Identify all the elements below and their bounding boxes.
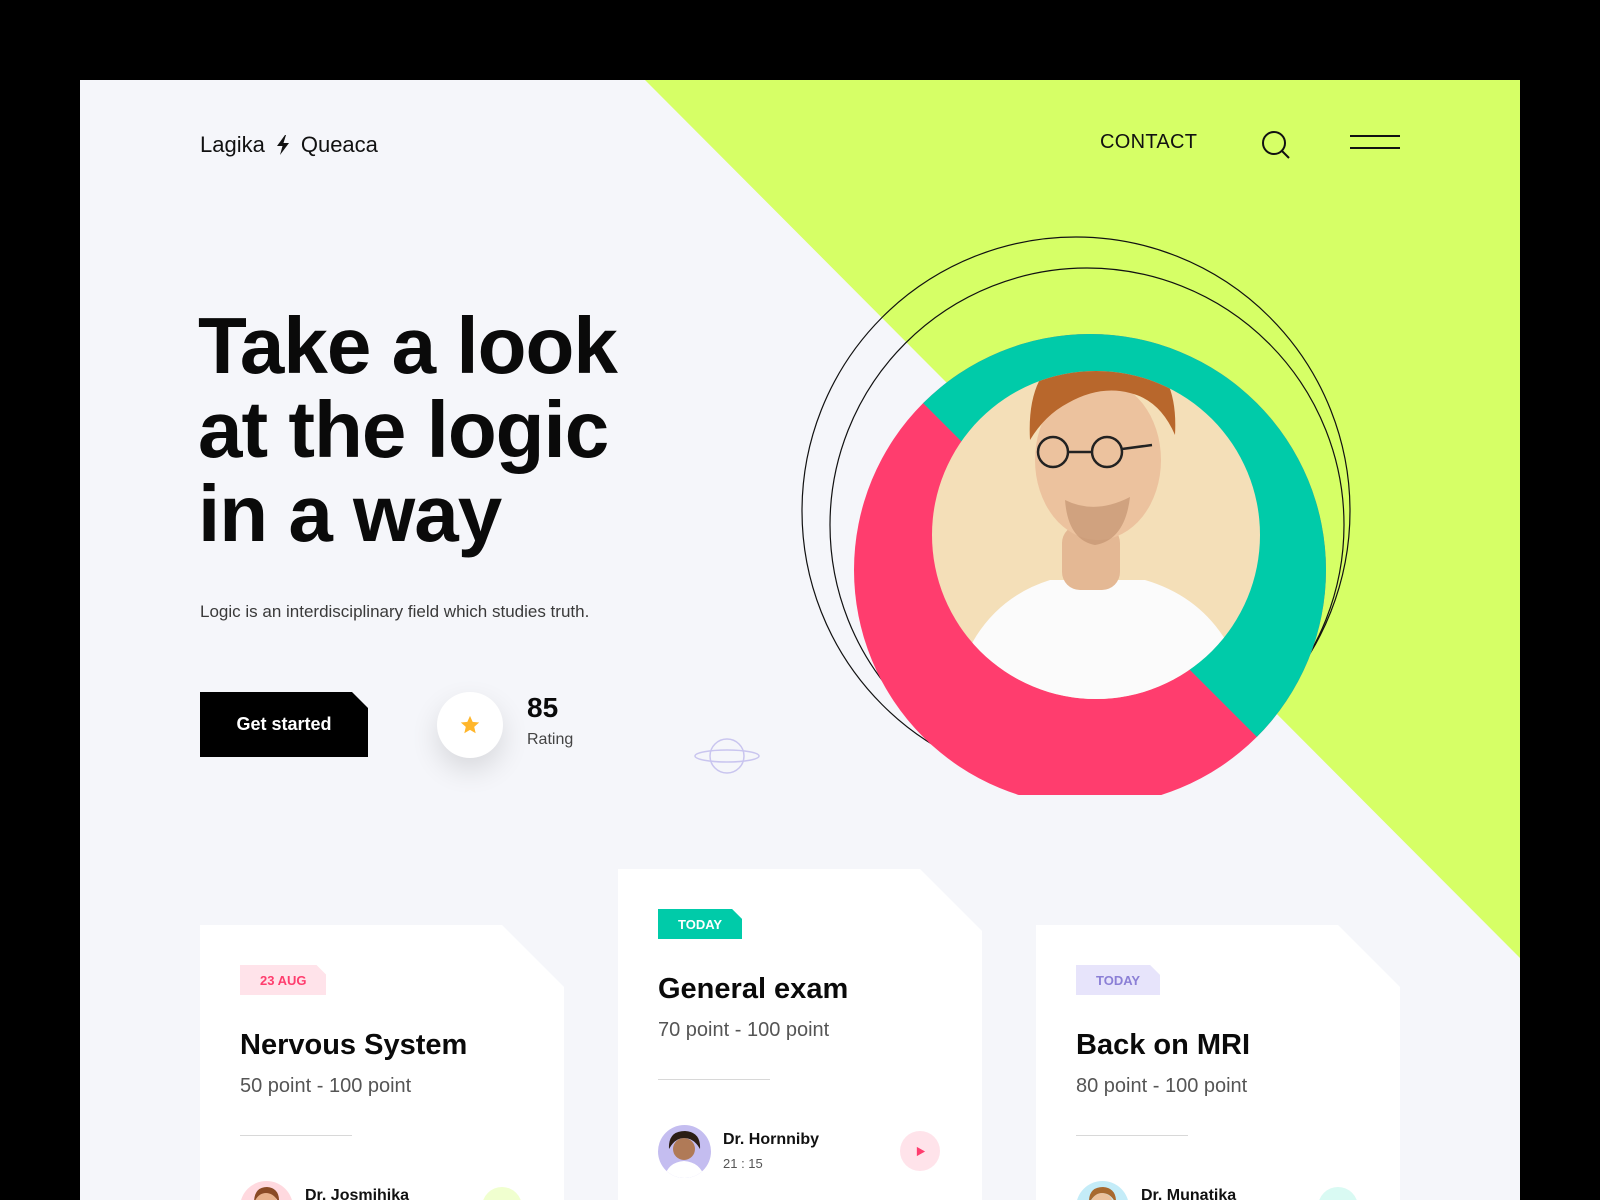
rating-badge	[437, 692, 503, 758]
headline-line-1: Take a look	[198, 301, 618, 390]
date-tag: TODAY	[1076, 965, 1160, 995]
nav-contact-link[interactable]: CONTACT	[1100, 131, 1197, 154]
planet-icon	[694, 738, 760, 774]
appointment-card[interactable]: 23 AUG Nervous System 50 point - 100 poi…	[200, 925, 564, 1200]
headline-line-2: at the logic	[198, 385, 609, 474]
card-divider	[658, 1079, 770, 1080]
landing-page: Lagika Queaca CONTACT Take a look at the…	[80, 80, 1520, 1200]
card-title: Back on MRI	[1076, 1029, 1251, 1061]
date-tag: TODAY	[658, 909, 742, 939]
card-points: 50 point - 100 point	[240, 1075, 412, 1097]
doctor-name: Dr. Munatika	[1141, 1187, 1237, 1200]
brand-name-left: Lagika	[200, 132, 265, 157]
play-button[interactable]	[1318, 1187, 1358, 1200]
appointment-time: 21 : 15	[723, 1156, 763, 1171]
star-icon	[460, 715, 480, 734]
date-tag: 23 AUG	[240, 965, 326, 995]
hero-subtext: Logic is an interdisciplinary field whic…	[200, 602, 590, 621]
card-divider	[1076, 1135, 1188, 1136]
avatar	[240, 1181, 293, 1200]
hero-portrait-graphic	[801, 236, 1351, 795]
headline-line-3: in a way	[198, 469, 502, 558]
card-points: 70 point - 100 point	[658, 1019, 830, 1041]
avatar	[1076, 1181, 1129, 1200]
rating-label: Rating	[527, 731, 574, 748]
menu-icon[interactable]	[1350, 135, 1400, 155]
search-icon	[1262, 131, 1290, 159]
card-title: General exam	[658, 973, 849, 1005]
play-icon	[916, 1146, 925, 1156]
doctor-name: Dr. Hornniby	[723, 1131, 820, 1148]
bolt-icon	[276, 135, 289, 155]
doctor-name: Dr. Josmihika	[305, 1187, 410, 1200]
appointment-card[interactable]: TODAY General exam 70 point - 100 point …	[618, 869, 982, 1200]
card-points: 80 point - 100 point	[1076, 1075, 1248, 1097]
brand-name-right: Queaca	[300, 132, 378, 157]
get-started-button[interactable]: Get started	[200, 692, 368, 757]
hero-headline: Take a look at the logic in a way	[198, 304, 758, 556]
rating-value: 85	[527, 692, 559, 723]
appointment-card[interactable]: TODAY Back on MRI 80 point - 100 point D…	[1036, 925, 1400, 1200]
search-button[interactable]	[1261, 130, 1291, 160]
play-button[interactable]	[900, 1131, 940, 1171]
card-title: Nervous System	[240, 1029, 468, 1061]
brand-logo[interactable]: Lagika Queaca	[200, 130, 378, 160]
play-button[interactable]	[482, 1187, 522, 1200]
avatar	[658, 1125, 711, 1178]
card-divider	[240, 1135, 352, 1136]
